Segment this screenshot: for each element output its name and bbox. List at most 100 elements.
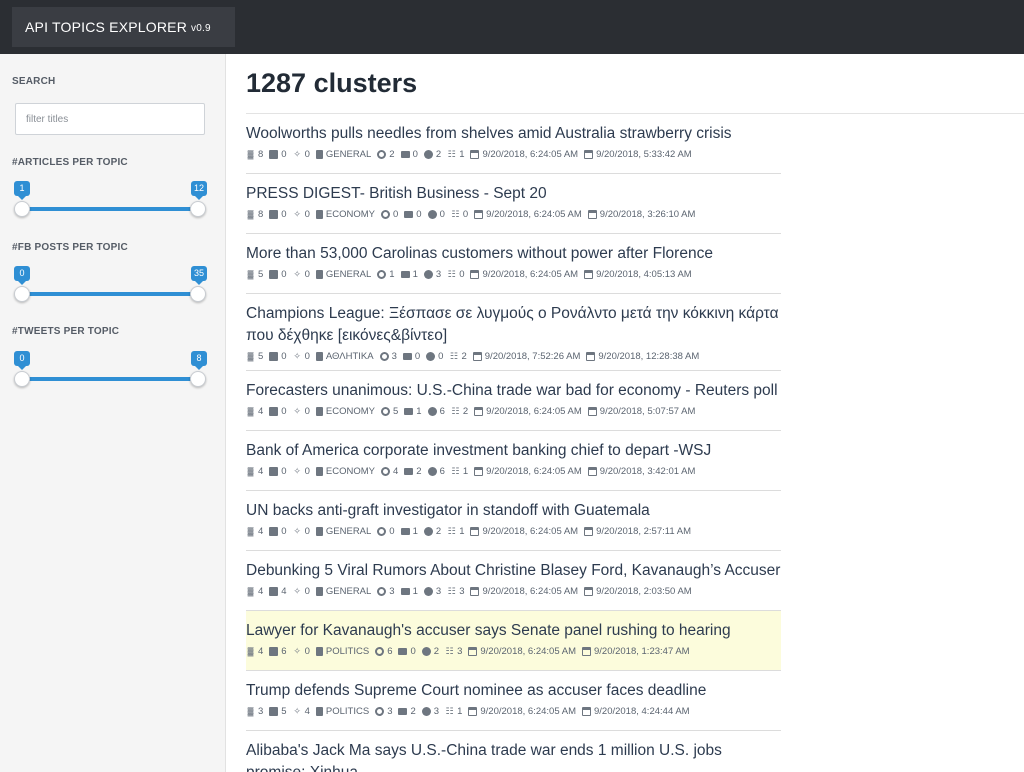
- cluster-item[interactable]: Bank of America corporate investment ban…: [246, 431, 781, 491]
- rss-icon: [246, 467, 255, 476]
- slider-min-handle[interactable]: [14, 286, 30, 302]
- category: GENERAL: [315, 269, 371, 280]
- updated-date: 9/20/2018, 3:42:01 AM: [587, 466, 695, 477]
- calendar-icon: [468, 707, 478, 716]
- cluster-meta: 4 0 0 GENERAL 0 1 2 1 9/20/2018, 6:24:05…: [246, 526, 781, 537]
- book-icon: [315, 527, 323, 536]
- cluster-meta: 5 0 0 GENERAL 1 1 3 0 9/20/2018, 6:24:05…: [246, 269, 781, 280]
- slider-max-handle[interactable]: [190, 371, 206, 387]
- questions-count: 0: [426, 351, 443, 362]
- cluster-title[interactable]: Alibaba's Jack Ma says U.S.-China trade …: [246, 740, 781, 772]
- calendar-icon: [470, 150, 480, 159]
- cluster-item[interactable]: More than 53,000 Carolinas customers wit…: [246, 234, 781, 294]
- created-date: 9/20/2018, 6:24:05 AM: [474, 209, 582, 220]
- slider-max-value: 35: [190, 266, 207, 285]
- calendar-icon: [584, 527, 594, 536]
- slider-max-handle[interactable]: [190, 286, 206, 302]
- briefcase-icon: [400, 528, 410, 535]
- created-date: 9/20/2018, 6:24:05 AM: [470, 586, 578, 597]
- cluster-title[interactable]: Champions League: Ξέσπασε σε λυγμούς ο Ρ…: [246, 303, 781, 347]
- cluster-title[interactable]: Woolworths pulls needles from shelves am…: [246, 123, 781, 145]
- orgs-count: 0: [400, 149, 418, 160]
- questions-count: 6: [427, 466, 445, 477]
- category: GENERAL: [315, 586, 371, 597]
- book-icon: [315, 467, 323, 476]
- questions-count: 2: [423, 526, 441, 537]
- cluster-item[interactable]: Forecasters unanimous: U.S.-China trade …: [246, 371, 781, 431]
- cluster-item[interactable]: Trump defends Supreme Court nominee as a…: [246, 671, 781, 731]
- sitemap-icon: [447, 270, 456, 279]
- sitemap-icon: [451, 210, 460, 219]
- slider-min-value: 0: [14, 266, 30, 285]
- people-count: 0: [377, 526, 395, 537]
- tweets-count: 0: [293, 586, 310, 597]
- orgs-count: 2: [398, 706, 416, 717]
- question-icon: [421, 707, 431, 716]
- created-date: 9/20/2018, 6:24:05 AM: [470, 269, 578, 280]
- fb-count: 0: [269, 466, 287, 477]
- updated-date: 9/20/2018, 3:26:10 AM: [587, 209, 695, 220]
- orgs-count: 0: [402, 351, 420, 362]
- slider-track[interactable]: [22, 377, 198, 381]
- user-icon: [380, 407, 390, 416]
- cluster-title[interactable]: Debunking 5 Viral Rumors About Christine…: [246, 560, 781, 582]
- subtopics-count: 1: [451, 466, 468, 477]
- slider-track[interactable]: [22, 292, 198, 296]
- slider-max-value: 8: [191, 351, 207, 370]
- tweets-count: 0: [293, 406, 310, 417]
- tweets-count: 0: [293, 646, 310, 657]
- articles-count: 4: [246, 586, 263, 597]
- slider-track[interactable]: [22, 207, 198, 211]
- tweets-count: 0: [293, 269, 310, 280]
- search-input[interactable]: [15, 103, 205, 135]
- cluster-item[interactable]: Debunking 5 Viral Rumors About Christine…: [246, 551, 781, 611]
- cluster-title[interactable]: Forecasters unanimous: U.S.-China trade …: [246, 380, 781, 402]
- twitter-icon: [293, 210, 302, 219]
- questions-count: 2: [423, 149, 441, 160]
- tweets-count: 0: [293, 149, 310, 160]
- rss-icon: [246, 647, 255, 656]
- articles-count: 5: [246, 351, 263, 362]
- articles-count: 4: [246, 526, 263, 537]
- subtopics-count: 1: [447, 526, 464, 537]
- slider-min-handle[interactable]: [14, 371, 30, 387]
- question-icon: [421, 647, 431, 656]
- tweets-range-slider[interactable]: 0 8: [12, 351, 208, 391]
- cluster-title[interactable]: PRESS DIGEST- British Business - Sept 20: [246, 183, 781, 205]
- slider-min-handle[interactable]: [14, 201, 30, 217]
- facebook-icon: [269, 647, 279, 656]
- briefcase-icon: [404, 468, 414, 475]
- calendar-icon: [584, 270, 594, 279]
- fb-count: 0: [269, 526, 287, 537]
- tweets-slider-label: #TWEETS PER TOPIC: [12, 326, 120, 337]
- cluster-item[interactable]: PRESS DIGEST- British Business - Sept 20…: [246, 174, 781, 234]
- cluster-item[interactable]: Lawyer for Kavanaugh's accuser says Sena…: [246, 611, 781, 671]
- twitter-icon: [293, 407, 302, 416]
- cluster-title[interactable]: Trump defends Supreme Court nominee as a…: [246, 680, 781, 702]
- cluster-item[interactable]: Champions League: Ξέσπασε σε λυγμούς ο Ρ…: [246, 294, 781, 371]
- updated-date: 9/20/2018, 4:24:44 AM: [581, 706, 690, 717]
- articles-range-slider[interactable]: 1 12: [12, 181, 208, 221]
- category: ECONOMY: [315, 466, 375, 477]
- briefcase-icon: [404, 408, 414, 415]
- rss-icon: [246, 270, 255, 279]
- app-brand[interactable]: API TOPICS EXPLORER v0.9: [12, 7, 235, 47]
- cluster-title[interactable]: Lawyer for Kavanaugh's accuser says Sena…: [246, 620, 781, 642]
- updated-date: 9/20/2018, 4:05:13 AM: [584, 269, 692, 280]
- cluster-title[interactable]: Bank of America corporate investment ban…: [246, 440, 781, 462]
- fb-range-slider[interactable]: 0 35: [12, 266, 208, 306]
- cluster-item[interactable]: Woolworths pulls needles from shelves am…: [246, 114, 781, 174]
- cluster-item[interactable]: UN backs anti-graft investigator in stan…: [246, 491, 781, 551]
- slider-max-handle[interactable]: [190, 201, 206, 217]
- cluster-item[interactable]: Alibaba's Jack Ma says U.S.-China trade …: [246, 731, 781, 772]
- facebook-icon: [269, 352, 279, 361]
- fb-count: 0: [269, 209, 287, 220]
- sitemap-icon: [451, 407, 460, 416]
- book-icon: [315, 647, 323, 656]
- cluster-title[interactable]: UN backs anti-graft investigator in stan…: [246, 500, 781, 522]
- fb-count: 0: [269, 269, 287, 280]
- cluster-title[interactable]: More than 53,000 Carolinas customers wit…: [246, 243, 781, 265]
- questions-count: 3: [423, 586, 441, 597]
- book-icon: [315, 707, 323, 716]
- people-count: 1: [377, 269, 395, 280]
